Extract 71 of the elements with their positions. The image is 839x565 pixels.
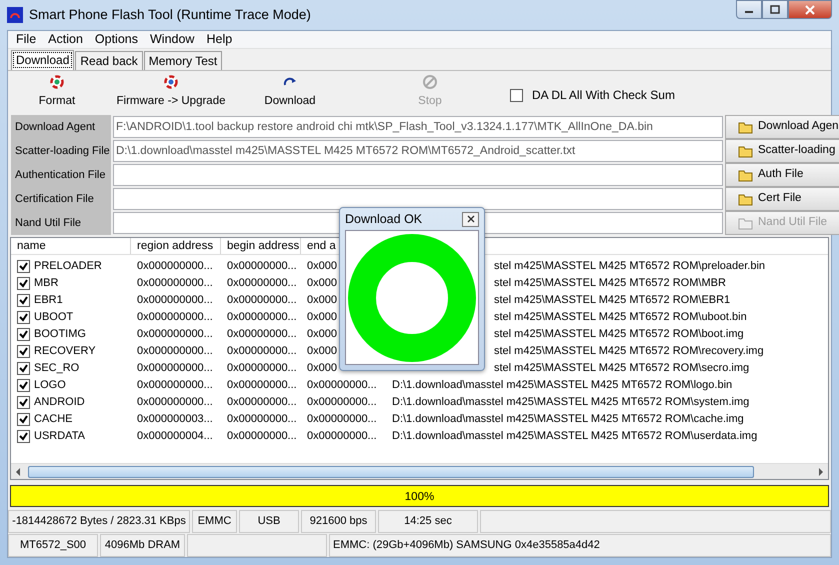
table-cell-text: PRELOADER [34,259,102,274]
table-cell-text: 0x00000000... [226,429,298,444]
status-cell: MT6572_S00 [8,534,98,557]
table-cell-text: 0x000000000... [136,293,214,308]
table-cell-text: 0x00000000... [226,327,298,342]
table-cell-text: 0x000 [306,259,338,274]
table-cell-text: stel m425\MASSTEL M425 MT6572 ROM\MBR [493,276,726,292]
table-cell-text: 0x00000000... [226,412,298,428]
table-cell-text: ANDROID [34,395,85,410]
table-cell-text: 0x00000000... [306,412,378,428]
field-label: Nand Util File [11,211,111,235]
field-label: Download Agent [11,115,111,139]
table-cell-text: RECOVERY [34,344,96,360]
table-cell-text: 0x000 [306,344,338,360]
table-cell-text: 0x000000000... [136,276,214,292]
status-cell: 14:25 sec [378,510,478,533]
table-cell-text: 0x00000000... [226,361,298,376]
table-cell-text: 0x000 [306,361,338,376]
table-cell-text: D:\1.download\masstel m425\MASSTEL M425 MT6572 ROM\userdata.img [391,429,758,444]
table-cell-text: 0x00000000... [306,429,378,444]
table-cell-text: 0x00000000... [226,259,298,274]
table-cell-text: 0x000000000... [136,327,214,342]
table-cell-text: 0x000 [306,327,338,342]
field-label: Certification File [11,187,111,211]
table-cell-text: 0x000000000... [136,259,214,274]
table-cell-text: USRDATA [34,429,85,444]
table-cell-text: SEC_RO [34,361,80,376]
status-cell: EMMC [192,510,237,533]
field-label: Authentication File [11,163,111,187]
table-cell-text: UBOOT [34,310,74,326]
table-cell-text: LOGO [34,378,66,394]
table-cell-text: MBR [34,276,58,292]
table-cell-text: 0x00000000... [226,276,298,292]
table-cell-text: stel m425\MASSTEL M425 MT6572 ROM\recovery.img [493,344,764,360]
table-cell-text: 0x000 [306,293,338,308]
table-cell-text: D:\1.download\masstel m425\MASSTEL M425 MT6572 ROM\logo.bin [391,378,732,394]
table-cell-text: stel m425\MASSTEL M425 MT6572 ROM\uboot.bin [493,310,747,326]
table-cell-text: D:\1.download\masstel m425\MASSTEL M425 MT6572 ROM\cache.img [391,412,744,428]
table-cell-text: 0x000000000... [136,378,214,394]
status-cell: EMMC: (29Gb+4096Mb) SAMSUNG 0x4e35585a4d42 [329,534,831,557]
table-cell-text: 0x00000000... [226,378,298,394]
progress-label: 100% [404,490,434,505]
table-cell-text: 0x000000000... [136,361,214,376]
window-title: Smart Phone Flash Tool (Runtime Trace Mode) [29,6,311,24]
table-cell-text: 0x000000000... [136,344,214,360]
field-label: Scatter-loading File [11,139,111,163]
table-cell-text: stel m425\MASSTEL M425 MT6572 ROM\preloader.bin [493,259,766,274]
table-cell-text: 0x00000000... [226,310,298,326]
status-cell: 921600 bps [301,510,376,533]
table-cell-text: D:\1.download\masstel m425\MASSTEL M425 MT6572 ROM\system.img [391,395,750,410]
table-cell-text: 0x000000003... [136,412,214,428]
table-cell-text: 0x000000000... [136,310,214,326]
status-cell: -1814428672 Bytes / 2823.31 KBps [8,510,190,533]
table-cell-text: stel m425\MASSTEL M425 MT6572 ROM\secro.img [493,361,750,376]
status-cell: 4096Mb DRAM [100,534,185,557]
status-cell: USB [239,510,299,533]
table-cell-text: EBR1 [34,293,63,308]
table-cell-text: 0x000 [306,276,338,292]
table-cell-text: stel m425\MASSTEL M425 MT6572 ROM\EBR1 [493,293,730,308]
table-cell-text: 0x00000000... [226,395,298,410]
table-cell-text: CACHE [34,412,73,428]
table-cell-text: 0x000000000... [136,395,214,410]
table-cell-text: 0x000 [306,310,338,326]
table-cell-text: BOOTIMG [34,327,86,342]
table-cell-text: 0x00000000... [226,293,298,308]
table-cell-text: stel m425\MASSTEL M425 MT6572 ROM\boot.img [493,327,744,342]
dialog-title: Download OK [345,210,422,228]
table-cell-text: 0x00000000... [306,378,378,394]
table-cell-text: 0x00000000... [226,344,298,360]
table-cell-text: 0x00000000... [306,395,378,410]
table-cell-text: 0x000000004... [136,429,214,444]
